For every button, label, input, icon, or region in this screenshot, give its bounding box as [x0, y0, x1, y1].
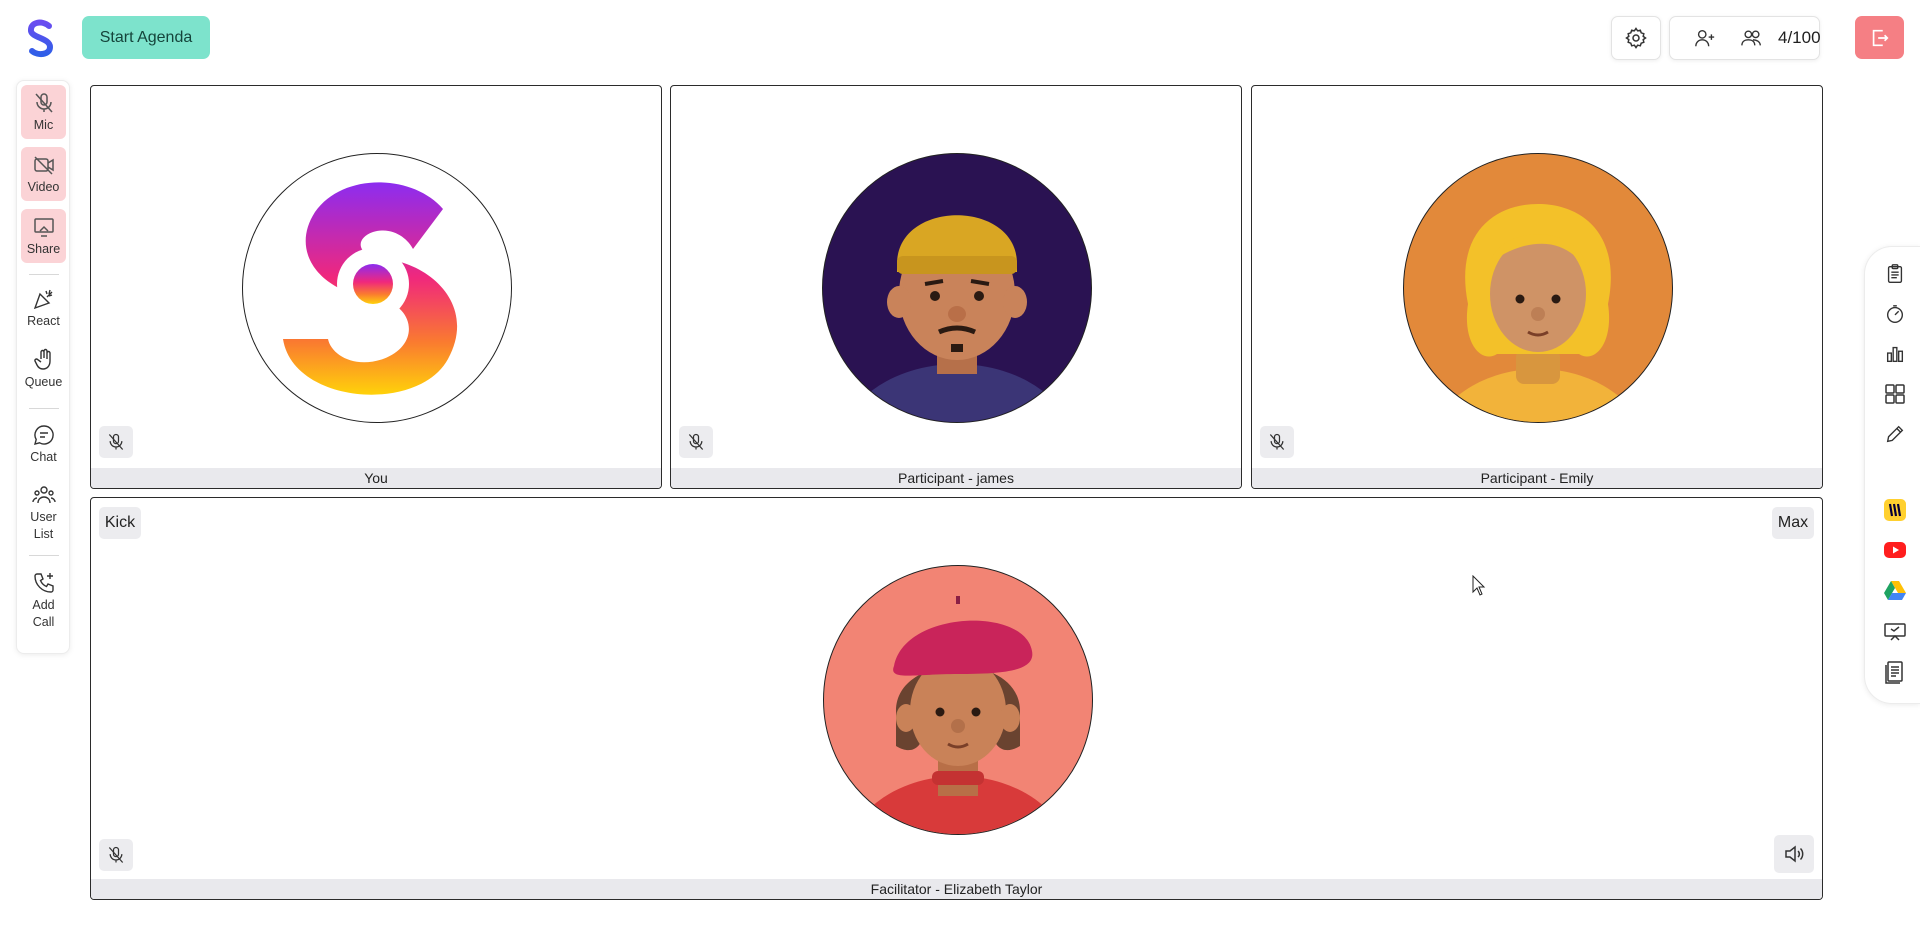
leave-button[interactable] — [1855, 16, 1904, 59]
presentation-icon[interactable] — [1882, 619, 1908, 645]
agenda-icon[interactable] — [1882, 261, 1908, 287]
avatar — [242, 153, 512, 423]
settings-button[interactable] — [1611, 16, 1661, 60]
video-tile-facilitator[interactable]: Kick Max Facilitator - Elizabeth Taylor — [90, 497, 1823, 900]
user-list-button[interactable]: User List — [21, 477, 66, 549]
chat-icon — [33, 425, 54, 445]
share-label: Share — [26, 242, 61, 256]
gear-icon — [1625, 27, 1647, 49]
divider — [29, 408, 59, 409]
participants-panel: 4/100 — [1669, 16, 1821, 60]
avatar — [1403, 153, 1673, 423]
phone-plus-icon — [33, 573, 54, 593]
video-tile-james[interactable]: Participant - james — [670, 85, 1242, 489]
apps-grid-icon[interactable] — [1882, 381, 1908, 407]
tile-name-label: Facilitator - Elizabeth Taylor — [91, 879, 1822, 899]
tile-mic-button[interactable] — [679, 426, 713, 458]
video-tile-emily[interactable]: Participant - Emily — [1251, 85, 1823, 489]
max-button[interactable]: Max — [1772, 507, 1814, 539]
user-list-label: User List — [30, 510, 57, 541]
react-button[interactable]: React — [21, 281, 66, 335]
mic-label: Mic — [33, 118, 54, 132]
miro-icon[interactable] — [1882, 497, 1908, 523]
share-button[interactable]: Share — [21, 209, 66, 263]
tile-mic-button[interactable] — [99, 426, 133, 458]
tile-name-label: Participant - Emily — [1252, 468, 1822, 488]
tile-mic-button[interactable] — [99, 839, 133, 871]
tile-name-label: Participant - james — [671, 468, 1241, 488]
tile-mic-button[interactable] — [1260, 426, 1294, 458]
add-user-icon[interactable] — [1694, 27, 1716, 49]
speaker-icon — [1785, 845, 1804, 863]
raise-hand-icon — [33, 348, 51, 370]
chat-label: Chat — [30, 450, 57, 464]
video-button[interactable]: Video — [21, 147, 66, 201]
poll-icon[interactable] — [1882, 341, 1908, 367]
users-group-icon — [31, 486, 56, 504]
screen-share-icon — [33, 218, 54, 237]
queue-button[interactable]: Queue — [21, 342, 66, 396]
mic-button[interactable]: Mic — [21, 85, 66, 139]
avatar — [822, 153, 1092, 423]
react-label: React — [27, 314, 60, 328]
video-off-icon — [33, 156, 54, 175]
pencil-icon[interactable] — [1882, 421, 1908, 447]
tile-name-label: You — [91, 468, 661, 488]
timer-icon[interactable] — [1882, 301, 1908, 327]
add-call-button[interactable]: Add Call — [21, 565, 66, 639]
app-logo — [22, 18, 60, 58]
avatar — [823, 565, 1093, 835]
document-icon[interactable] — [1882, 659, 1908, 685]
divider — [29, 555, 59, 556]
speaker-button[interactable] — [1774, 835, 1814, 873]
mic-off-icon — [688, 433, 704, 450]
mic-off-icon — [34, 93, 53, 113]
exit-icon — [1872, 29, 1889, 46]
mic-off-icon — [1269, 433, 1285, 450]
queue-label: Queue — [24, 375, 63, 389]
participant-count: 4/100 — [1778, 28, 1821, 47]
mic-off-icon — [108, 846, 124, 863]
divider — [29, 274, 59, 275]
video-tile-you[interactable]: You — [90, 85, 662, 489]
left-toolbar: Mic Video Share React Queue Chat User Li… — [16, 80, 70, 654]
kick-button[interactable]: Kick — [99, 507, 141, 539]
mic-off-icon — [108, 433, 124, 450]
youtube-icon[interactable] — [1882, 537, 1908, 563]
mouse-cursor — [1472, 574, 1486, 597]
people-icon[interactable] — [1740, 27, 1764, 49]
party-popper-icon — [33, 289, 52, 310]
right-toolbar — [1864, 246, 1920, 704]
add-call-label: Add Call — [32, 598, 55, 629]
google-drive-icon[interactable] — [1882, 577, 1908, 603]
chat-button[interactable]: Chat — [21, 417, 66, 471]
video-label: Video — [27, 180, 60, 194]
start-agenda-button[interactable]: Start Agenda — [82, 16, 210, 59]
